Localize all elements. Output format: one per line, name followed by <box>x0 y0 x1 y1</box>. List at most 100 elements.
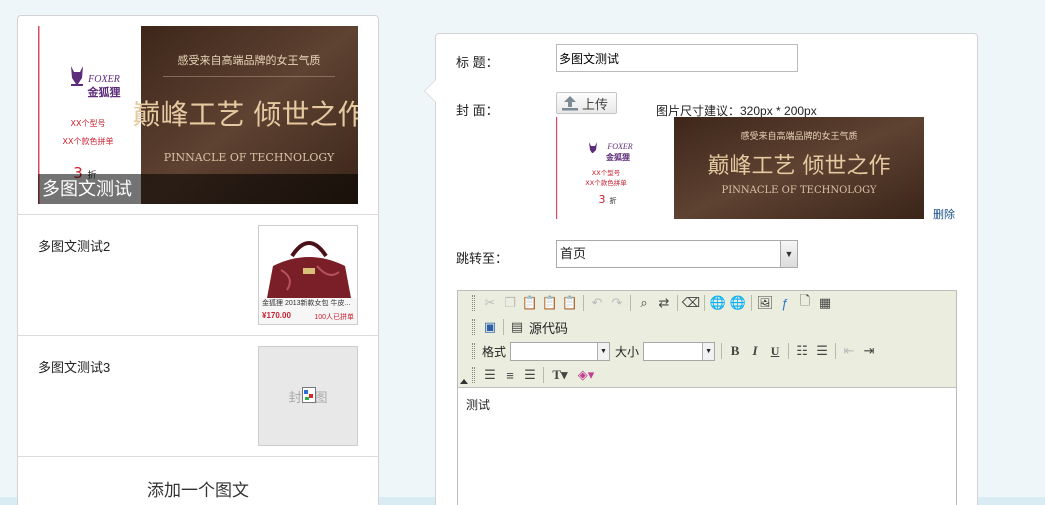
toolbar-separator <box>583 295 584 311</box>
cut-icon[interactable]: ✂ <box>480 293 500 313</box>
main-title-overlay: 多图文测试 <box>38 174 358 204</box>
bag-sold-count: 100人已拼单 <box>314 314 354 321</box>
promo-line1-text: XX个型号 <box>592 168 621 177</box>
table-icon[interactable]: ▦ <box>815 293 835 313</box>
sub-item-title: 多图文测试3 <box>38 360 111 375</box>
editor-content-area[interactable]: 测试 <box>458 388 956 505</box>
align-center-icon[interactable]: ≡ <box>500 365 520 385</box>
chevron-down-icon[interactable]: ▼ <box>780 241 797 267</box>
article-sub-item-2[interactable]: 多图文测试3 封面图 <box>18 336 378 457</box>
text-color-icon[interactable]: T▾ <box>547 365 573 385</box>
toolbar-separator <box>677 295 678 311</box>
toolbar-separator <box>704 295 705 311</box>
chevron-down-icon: ▼ <box>597 342 610 360</box>
toolbar-grip <box>472 295 475 311</box>
toolbar-separator <box>788 343 790 359</box>
subline-text: PINNACLE OF TECHNOLOGY <box>721 185 876 196</box>
paste-word-icon[interactable]: 📋 <box>560 293 580 313</box>
toolbar-grip <box>472 343 475 359</box>
brand-en-text: FOXER <box>87 74 120 85</box>
toolbar-separator <box>543 367 544 383</box>
maximize-icon[interactable]: ▣ <box>480 317 500 337</box>
brand-en-text: FOXER <box>606 142 632 151</box>
upload-button[interactable]: 上传 <box>556 92 617 114</box>
format-combo[interactable]: ▼ <box>510 341 611 361</box>
upload-icon <box>562 96 578 111</box>
source-code-icon[interactable]: ▤ <box>507 317 527 337</box>
title-input[interactable] <box>556 44 798 72</box>
align-right-icon[interactable]: ☰ <box>520 365 540 385</box>
find-icon[interactable]: ⌕ <box>634 293 654 313</box>
promo-line2-text: XX个款色拼单 <box>585 178 627 187</box>
jump-select[interactable]: 首页 ▼ <box>556 240 798 268</box>
promo-line1-text: XX个型号 <box>71 119 106 128</box>
undo-icon[interactable]: ↶ <box>587 293 607 313</box>
sub-item-title: 多图文测试2 <box>38 239 111 254</box>
article-main-item[interactable]: FOXER 金狐狸 XX个型号 XX个款色拼单 3 折 感受来自高端品牌的女王气… <box>18 16 378 215</box>
tagline-text: 感受来自高端品牌的女王气质 <box>178 53 321 67</box>
promo-line2-text: XX个款色拼单 <box>63 136 114 146</box>
new-page-icon[interactable]: 🗋 <box>795 293 815 313</box>
unordered-list-icon[interactable]: ☰ <box>812 341 832 361</box>
unlink-icon[interactable]: 🌐 <box>728 293 748 313</box>
bag-caption: 金狐狸 2013新款女包 牛皮... <box>262 300 351 307</box>
paste-text-icon[interactable]: 📋 <box>540 293 560 313</box>
brand-cn-text: 金狐狸 <box>605 152 630 162</box>
delete-cover-link[interactable]: 删除 <box>933 206 955 222</box>
toolbar-separator <box>721 343 723 359</box>
bold-button[interactable]: B <box>725 341 745 361</box>
discount-unit-text: 折 <box>610 196 617 205</box>
article-editor-panel: 标 题： 封 面： 上传 图片尺寸建议：320px * 200px FOXER … <box>424 33 978 505</box>
link-icon[interactable]: 🌐 <box>708 293 728 313</box>
paste-icon[interactable]: 📋 <box>520 293 540 313</box>
discount-number-text: 3 <box>599 193 606 206</box>
title-label: 标 题： <box>456 55 499 70</box>
rich-text-editor: ✂ ❐ 📋 📋 📋 ↶ ↷ ⌕ ⇄ ⌫ 🌐 🌐 🖼 ƒ 🗋 ▦ ▣ ▤ 源代码 … <box>457 290 957 505</box>
headline-text: 巅峰工艺 倾世之作 <box>133 98 358 131</box>
image-icon[interactable]: 🖼 <box>755 293 775 313</box>
background-color-icon[interactable]: ◈▾ <box>573 365 599 385</box>
flash-icon[interactable]: ƒ <box>775 293 795 313</box>
toolbar-row-3: 格式 ▼ 大小 ▼ B I U ☷ ☰ ⇤ ⇥ <box>472 340 879 362</box>
article-list-panel: FOXER 金狐狸 XX个型号 XX个款色拼单 3 折 感受来自高端品牌的女王气… <box>17 15 379 505</box>
toolbar-separator <box>751 295 752 311</box>
cover-preview-image: FOXER 金狐狸 XX个型号 XX个款色拼单 3 折 感受来自高端品牌的女王气… <box>556 117 924 219</box>
cover-label: 封 面： <box>456 103 499 118</box>
ordered-list-icon[interactable]: ☷ <box>792 341 812 361</box>
bag-price: ¥170.00 <box>262 311 291 320</box>
indent-icon[interactable]: ⇥ <box>859 341 879 361</box>
italic-button[interactable]: I <box>745 341 765 361</box>
size-label: 大小 <box>615 344 640 359</box>
underline-button[interactable]: U <box>765 341 785 361</box>
align-left-icon[interactable]: ☰ <box>480 365 500 385</box>
size-combo[interactable]: ▼ <box>643 341 716 361</box>
source-code-button[interactable]: 源代码 <box>529 318 568 337</box>
broken-image-icon <box>302 387 316 403</box>
redo-icon[interactable]: ↷ <box>607 293 627 313</box>
article-sub-item-1[interactable]: 多图文测试2 金狐狸 2013新款女包 牛皮... ¥170.00 100人已拼… <box>18 215 378 336</box>
headline-text: 巅峰工艺 倾世之作 <box>708 154 891 179</box>
toolbar-grip <box>472 367 475 383</box>
outdent-icon[interactable]: ⇤ <box>839 341 859 361</box>
toolbar-separator <box>503 319 504 335</box>
toolbar-separator <box>630 295 631 311</box>
bag-thumbnail: 金狐狸 2013新款女包 牛皮... ¥170.00 100人已拼单 <box>258 225 358 325</box>
toolbar-row-4: ☰ ≡ ☰ T▾ ◈▾ <box>472 364 599 386</box>
replace-icon[interactable]: ⇄ <box>654 293 674 313</box>
format-label: 格式 <box>482 344 507 359</box>
toolbar-row-1: ✂ ❐ 📋 📋 📋 ↶ ↷ ⌕ ⇄ ⌫ 🌐 🌐 🖼 ƒ 🗋 ▦ <box>472 292 835 314</box>
editor-toolbar: ✂ ❐ 📋 📋 📋 ↶ ↷ ⌕ ⇄ ⌫ 🌐 🌐 🖼 ƒ 🗋 ▦ ▣ ▤ 源代码 … <box>458 291 956 388</box>
subline-text: PINNACLE OF TECHNOLOGY <box>164 151 335 164</box>
brand-cn-text: 金狐狸 <box>87 85 121 99</box>
copy-icon[interactable]: ❐ <box>500 293 520 313</box>
panel-pointer <box>425 79 437 103</box>
chevron-down-icon: ▼ <box>702 342 715 360</box>
jump-label: 跳转至： <box>456 251 509 266</box>
eraser-icon[interactable]: ⌫ <box>681 293 701 313</box>
toolbar-row-2: ▣ ▤ 源代码 <box>472 316 570 338</box>
add-article-button[interactable]: 添加一个图文 <box>18 476 378 501</box>
collapse-toolbar-icon[interactable] <box>460 379 468 384</box>
placeholder-thumbnail: 封面图 <box>258 346 358 446</box>
upload-label: 上传 <box>582 96 609 112</box>
toolbar-grip <box>472 319 475 335</box>
